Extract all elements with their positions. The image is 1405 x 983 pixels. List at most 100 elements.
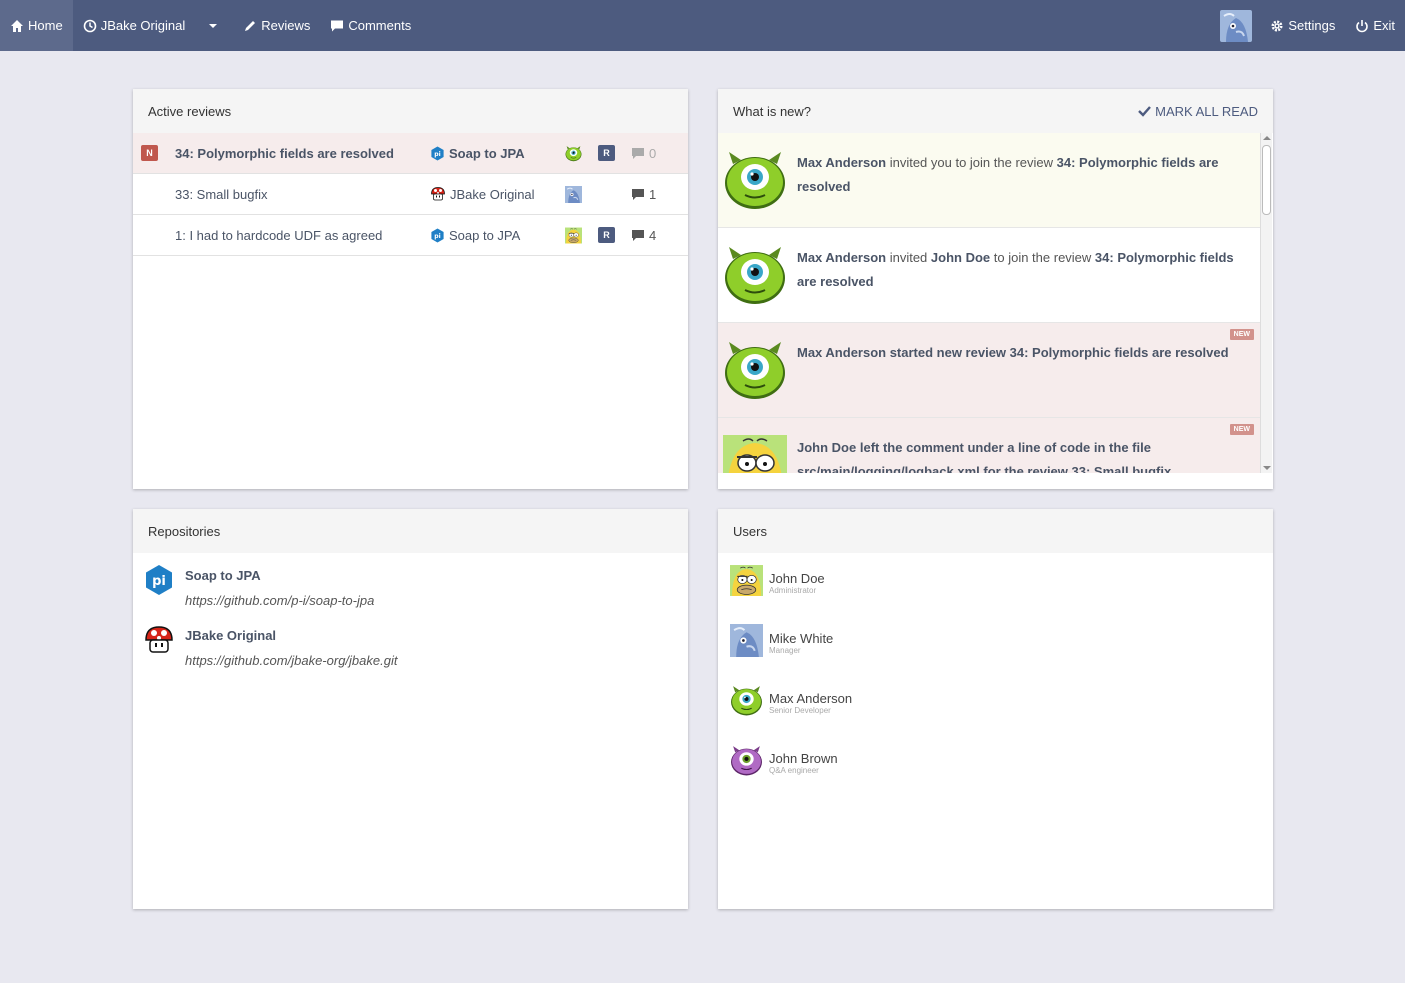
user-role: Administrator: [769, 586, 817, 595]
news-text: Max Anderson invited John Doe to join th…: [797, 246, 1240, 294]
review-title[interactable]: 33: Small bugfix: [175, 187, 268, 202]
user-avatar: [730, 684, 763, 717]
user-item[interactable]: Mike White Manager: [718, 613, 1273, 673]
repo-url[interactable]: https://github.com/jbake-org/jbake.git: [185, 653, 397, 668]
news-target[interactable]: 33: Small bugfix: [1072, 464, 1172, 473]
user-name[interactable]: Mike White: [769, 631, 833, 646]
reviewer-role-badge: R: [598, 227, 615, 243]
review-title[interactable]: 1: I had to hardcode UDF as agreed: [175, 228, 382, 243]
news-item[interactable]: Max Anderson invited you to join the rev…: [718, 133, 1260, 228]
comment-count-value: 4: [649, 227, 657, 243]
power-icon: [1356, 19, 1369, 32]
mark-all-read-button[interactable]: MARK ALL READ: [1138, 104, 1258, 119]
user-name[interactable]: John Brown: [769, 751, 838, 766]
check-icon: [1138, 106, 1152, 117]
nav-exit-label: Exit: [1373, 18, 1395, 33]
news-actor[interactable]: John Doe: [797, 440, 856, 455]
repo-name[interactable]: JBake Original: [185, 628, 276, 643]
actor-avatar: [723, 245, 787, 305]
nav-home-label: Home: [28, 18, 63, 33]
user-name[interactable]: Max Anderson: [769, 691, 852, 706]
nav-project-selector[interactable]: JBake Original: [73, 0, 228, 51]
nav-settings-label: Settings: [1288, 18, 1336, 33]
review-repo[interactable]: Soap to JPA: [430, 228, 520, 243]
user-role: Senior Developer: [769, 706, 831, 715]
news-action: started new review: [886, 345, 1010, 360]
scroll-up-arrow-icon[interactable]: [1263, 136, 1271, 140]
repo-name[interactable]: Soap to JPA: [185, 568, 261, 583]
nav-comments[interactable]: Comments: [320, 0, 421, 51]
nav-settings[interactable]: Settings: [1260, 0, 1345, 51]
comment-icon: [331, 20, 344, 31]
actor-avatar: [723, 340, 787, 400]
news-header: What is new? MARK ALL READ: [718, 89, 1273, 133]
review-row[interactable]: N 34: Polymorphic fields are resolved So…: [133, 133, 688, 174]
nav-comments-label: Comments: [348, 18, 412, 33]
repo-url[interactable]: https://github.com/p-i/soap-to-jpa: [185, 593, 374, 608]
top-navbar: Home JBake Original Reviews Comments Set…: [0, 0, 1405, 51]
news-item[interactable]: Max Anderson invited John Doe to join th…: [718, 228, 1260, 323]
news-actor[interactable]: Max Anderson: [797, 155, 886, 170]
comment-count-value: 0: [649, 145, 657, 161]
scroll-down-arrow-icon[interactable]: [1263, 466, 1271, 470]
review-repo-name: Soap to JPA: [449, 145, 525, 161]
user-role: Manager: [769, 646, 801, 655]
news-text: Max Anderson invited you to join the rev…: [797, 151, 1240, 199]
news-feed: Max Anderson invited you to join the rev…: [718, 133, 1260, 473]
reviewer-role-badge: R: [598, 145, 615, 161]
clock-icon: [83, 19, 96, 32]
review-repo[interactable]: Soap to JPA: [430, 146, 525, 161]
user-item[interactable]: John Brown Q&A engineer: [718, 733, 1273, 793]
news-text: Max Anderson started new review 34: Poly…: [797, 341, 1240, 365]
news-item[interactable]: NEW John Doe left the comment under a li…: [718, 418, 1260, 473]
news-text: John Doe left the comment under a line o…: [797, 436, 1240, 473]
comment-icon: [631, 147, 645, 160]
users-panel: Users John Doe Administrator Mike White …: [718, 509, 1273, 909]
pi-repo-icon: [430, 146, 445, 161]
news-action: invited you to join the review: [886, 155, 1057, 170]
author-avatar: [565, 186, 582, 203]
active-reviews-header: Active reviews: [133, 89, 688, 133]
news-scrollbar[interactable]: [1260, 133, 1272, 473]
repositories-header: Repositories: [133, 509, 688, 553]
user-item[interactable]: John Doe Administrator: [718, 553, 1273, 613]
news-title: What is new?: [733, 103, 812, 119]
review-row[interactable]: 1: I had to hardcode UDF as agreed Soap …: [133, 215, 688, 256]
user-avatar: [730, 624, 763, 657]
repositories-panel: Repositories Soap to JPA https://github.…: [133, 509, 688, 909]
author-avatar: [565, 227, 582, 244]
news-actor[interactable]: Max Anderson: [797, 345, 886, 360]
mushroom-repo-icon: [430, 186, 446, 202]
comment-icon: [631, 188, 645, 201]
user-item[interactable]: Max Anderson Senior Developer: [718, 673, 1273, 733]
new-badge: NEW: [1229, 329, 1254, 340]
scroll-thumb[interactable]: [1262, 145, 1271, 215]
home-icon: [11, 19, 23, 32]
actor-avatar: [723, 150, 787, 210]
review-title[interactable]: 34: Polymorphic fields are resolved: [175, 146, 394, 161]
comment-count: 1: [631, 187, 656, 202]
new-badge: NEW: [1229, 424, 1254, 435]
nav-reviews[interactable]: Reviews: [233, 0, 320, 51]
pi-repo-icon: [430, 228, 445, 243]
pi-repo-icon: [143, 564, 175, 596]
review-repo[interactable]: JBake Original: [430, 186, 535, 202]
chevron-down-icon[interactable]: [209, 23, 218, 28]
review-row[interactable]: 33: Small bugfix JBake Original 1: [133, 174, 688, 215]
user-name[interactable]: John Doe: [769, 571, 825, 586]
news-target[interactable]: 34: Polymorphic fields are resolved: [1010, 345, 1229, 360]
review-repo-name: Soap to JPA: [449, 227, 521, 243]
news-action: to join the review: [990, 250, 1095, 265]
nav-home[interactable]: Home: [0, 0, 73, 51]
nav-exit[interactable]: Exit: [1345, 0, 1405, 51]
news-invitee[interactable]: John Doe: [931, 250, 990, 265]
news-item[interactable]: NEW Max Anderson started new review 34: …: [718, 323, 1260, 418]
news-actor[interactable]: Max Anderson: [797, 250, 886, 265]
user-role: Q&A engineer: [769, 766, 819, 775]
user-avatar: [730, 744, 763, 777]
active-reviews-title: Active reviews: [148, 103, 232, 119]
user-avatar: [730, 564, 763, 597]
new-review-badge: N: [141, 145, 158, 161]
current-user-avatar[interactable]: [1220, 10, 1252, 42]
comment-count-value: 1: [649, 186, 657, 202]
